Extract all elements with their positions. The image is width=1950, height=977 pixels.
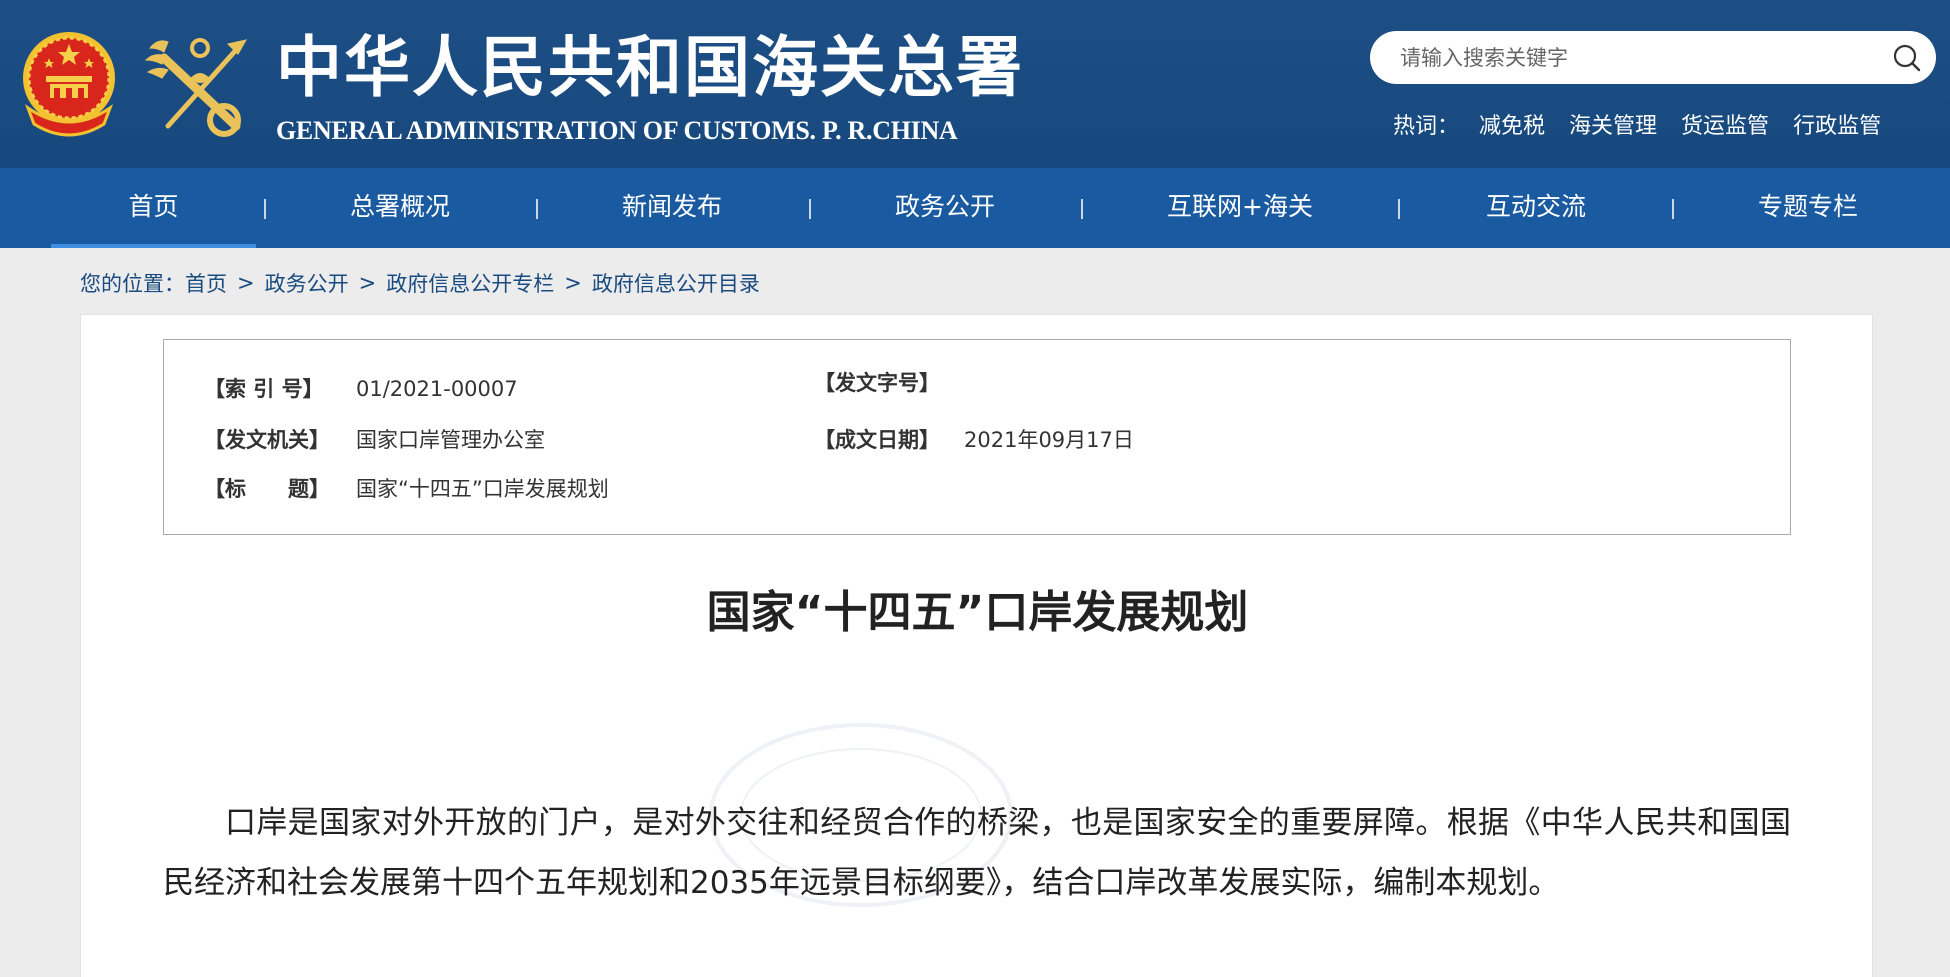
- article-title: 国家“十四五”口岸发展规划: [706, 587, 1249, 638]
- nav-separator: [536, 199, 538, 219]
- meta-issuer-value: 国家口岸管理办公室: [356, 428, 545, 452]
- breadcrumb: 您的位置： 首页 > 政务公开 > 政府信息公开专栏 > 政府信息公开目录: [80, 266, 760, 300]
- hot-word-tax-exemption[interactable]: 减免税: [1479, 108, 1545, 140]
- nav-separator: [1398, 199, 1400, 219]
- nav-item-overview[interactable]: 总署概况: [300, 168, 500, 248]
- breadcrumb-separator: >: [564, 271, 582, 295]
- meta-doc-number-label: 【发文字号】: [814, 371, 940, 395]
- hot-words-label: 热词：: [1393, 114, 1460, 139]
- breadcrumb-separator: >: [237, 271, 255, 295]
- breadcrumb-info-disclosure-column[interactable]: 政府信息公开专栏: [386, 268, 554, 298]
- customs-key-logo-icon[interactable]: [140, 30, 258, 142]
- document-meta-box: 【索 引 号】 01/2021-00007 【发文字号】 【发文机关】 国家口岸…: [163, 339, 1791, 535]
- nav-item-special-topics[interactable]: 专题专栏: [1708, 168, 1908, 248]
- article-container: 【索 引 号】 01/2021-00007 【发文字号】 【发文机关】 国家口岸…: [80, 314, 1873, 977]
- nav-separator: [1081, 199, 1083, 219]
- main-nav: 首页 总署概况 新闻发布 政务公开 互联网+海关 互动交流 专题专栏: [0, 168, 1950, 248]
- site-title-english[interactable]: GENERAL ADMINISTRATION OF CUSTOMS. P. R.…: [276, 114, 958, 148]
- search-icon[interactable]: [1892, 43, 1922, 73]
- nav-item-interaction[interactable]: 互动交流: [1436, 168, 1636, 248]
- nav-item-internet-customs[interactable]: 互联网+海关: [1130, 168, 1350, 248]
- article-paragraph: 口岸是国家对外开放的门户，是对外交往和经贸合作的桥梁，也是国家安全的重要屏障。根…: [163, 805, 1791, 901]
- hot-words: 热词： 减免税 海关管理 货运监管 行政监管: [1393, 108, 1905, 140]
- meta-index-label: 【索 引 号】: [204, 377, 324, 401]
- meta-title-label: 【标 题】: [204, 477, 330, 501]
- nav-separator: [809, 199, 811, 219]
- hot-word-freight-supervision[interactable]: 货运监管: [1681, 108, 1769, 140]
- site-title[interactable]: 中华人民共和国海关总署: [276, 22, 1024, 112]
- meta-issuer-label: 【发文机关】: [204, 428, 330, 452]
- nav-separator: [264, 199, 266, 219]
- hot-word-administrative-supervision[interactable]: 行政监管: [1793, 108, 1881, 140]
- breadcrumb-info-disclosure-catalog[interactable]: 政府信息公开目录: [592, 268, 760, 298]
- nav-separator: [1672, 199, 1674, 219]
- breadcrumb-government-affairs[interactable]: 政务公开: [265, 268, 349, 298]
- breadcrumb-home[interactable]: 首页: [185, 268, 227, 298]
- nav-item-home[interactable]: 首页: [51, 168, 256, 248]
- breadcrumb-prefix: 您的位置：: [80, 272, 185, 296]
- nav-item-news[interactable]: 新闻发布: [572, 168, 772, 248]
- meta-date-label: 【成文日期】: [814, 428, 940, 452]
- breadcrumb-separator: >: [358, 271, 377, 295]
- site-header: 中华人民共和国海关总署 GENERAL ADMINISTRATION OF CU…: [0, 0, 1950, 168]
- meta-title-value: 国家“十四五”口岸发展规划: [356, 477, 609, 501]
- search-input[interactable]: [1400, 31, 1860, 84]
- nav-item-government-affairs[interactable]: 政务公开: [845, 168, 1045, 248]
- meta-date-value: 2021年09月17日: [964, 428, 1134, 452]
- national-emblem-icon[interactable]: [14, 28, 124, 141]
- meta-index-value: 01/2021-00007: [356, 377, 518, 401]
- search-box: [1370, 31, 1936, 84]
- hot-word-customs-management[interactable]: 海关管理: [1569, 108, 1657, 140]
